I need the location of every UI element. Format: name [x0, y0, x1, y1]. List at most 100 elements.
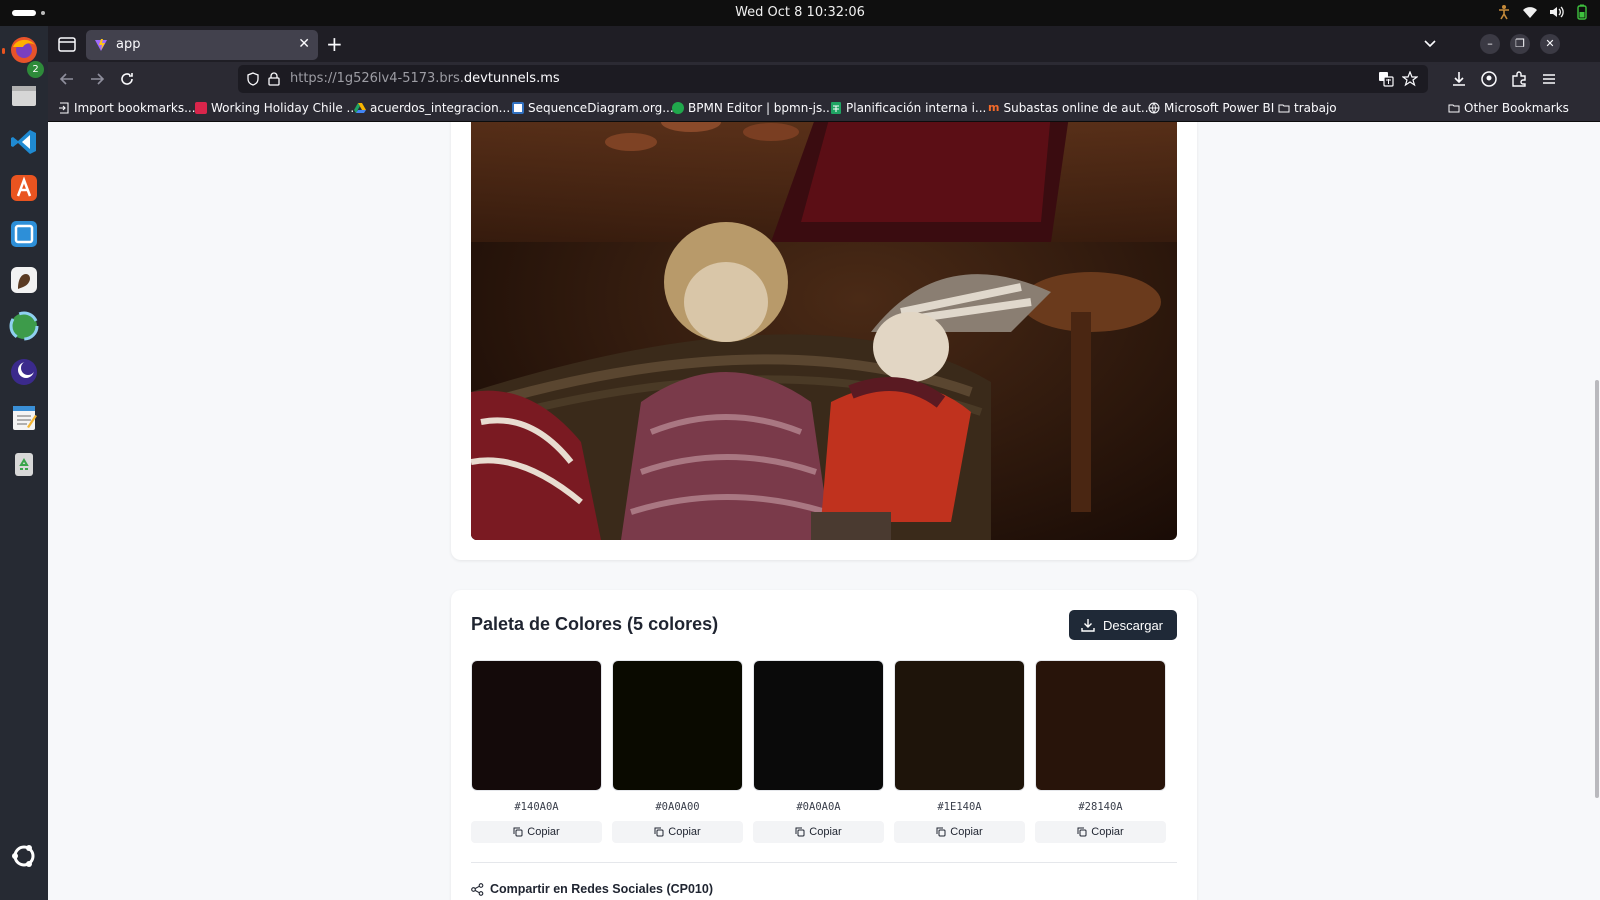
download-icon [1081, 619, 1095, 632]
share-section-heading[interactable]: Compartir en Redes Sociales (CP010) [471, 882, 713, 896]
google-drive-icon [354, 103, 366, 113]
google-sheets-icon [831, 102, 841, 114]
trash-launcher[interactable] [6, 446, 42, 482]
color-item: #0A0A00 Copiar [612, 660, 743, 843]
other-bookmarks[interactable]: Other Bookmarks [1448, 101, 1569, 115]
color-hex: #0A0A00 [655, 801, 700, 813]
vite-favicon-icon [95, 39, 107, 51]
color-item: #0A0A0A Copiar [753, 660, 884, 843]
show-apps-launcher[interactable] [6, 838, 42, 874]
network-app-launcher[interactable] [6, 308, 42, 344]
share-label: Compartir en Redes Sociales (CP010) [490, 882, 713, 896]
browser-tab-bar: app ✕ + – ❐ ✕ [48, 26, 1600, 62]
share-icon [471, 882, 484, 896]
folder-icon [1448, 104, 1460, 113]
bookmark-power-bi[interactable]: Microsoft Power BI [1148, 101, 1274, 115]
page-content: Paleta de Colores (5 colores) Descargar … [48, 122, 1600, 900]
volume-icon[interactable] [1548, 4, 1564, 20]
remote-desktop-icon [11, 221, 37, 247]
url-text[interactable]: https://1g526lv4-5173.brs.devtunnels.ms [290, 71, 560, 86]
application-dock: 2 [0, 26, 48, 900]
files-launcher[interactable] [6, 78, 42, 114]
tab-title: app [116, 37, 141, 52]
active-app-indicator [2, 48, 5, 54]
text-editor-launcher[interactable] [6, 400, 42, 436]
extensions-icon[interactable] [1510, 70, 1528, 88]
color-hex: #1E140A [937, 801, 982, 813]
firefox-view-icon[interactable] [56, 34, 78, 54]
red-favicon-icon [195, 102, 207, 114]
vscode-launcher[interactable] [6, 124, 42, 160]
palette-title: Paleta de Colores (5 colores) [471, 614, 719, 634]
bookmarks-toolbar: Import bookmarks... Working Holiday Chil… [48, 96, 1600, 122]
ubuntu-logo-icon [12, 845, 35, 867]
tab-app[interactable]: app ✕ [86, 30, 318, 60]
close-tab-icon[interactable]: ✕ [298, 36, 310, 52]
translate-icon[interactable] [1378, 71, 1394, 87]
import-icon [59, 102, 69, 114]
system-clock[interactable]: Wed Oct 8 10:32:06 [0, 5, 1600, 20]
copy-button[interactable]: Copiar [894, 821, 1025, 843]
bookmark-sequencediagram[interactable]: SequenceDiagram.org... [512, 101, 674, 115]
restore-window-button[interactable]: ❐ [1510, 34, 1530, 54]
eclipse-launcher[interactable] [6, 354, 42, 390]
bookmark-star-icon[interactable] [1402, 71, 1418, 87]
app-center-launcher[interactable] [6, 170, 42, 206]
dbeaver-launcher[interactable] [6, 262, 42, 298]
bpmn-icon [672, 102, 684, 114]
menu-hamburger-icon[interactable] [1540, 70, 1558, 88]
files-icon [12, 86, 36, 106]
copy-icon [795, 827, 805, 837]
color-swatch[interactable] [471, 660, 602, 791]
reload-icon[interactable] [118, 70, 136, 88]
color-swatch[interactable] [1035, 660, 1166, 791]
bookmark-planificacion[interactable]: Planificación interna i... [830, 101, 986, 115]
eclipse-icon [11, 359, 37, 385]
bookmark-folder-trabajo[interactable]: trabajo [1278, 101, 1337, 115]
color-item: #140A0A Copiar [471, 660, 602, 843]
copy-button[interactable]: Copiar [753, 821, 884, 843]
bookmark-import[interactable]: Import bookmarks... [58, 101, 196, 115]
vscode-icon [11, 130, 36, 154]
close-window-button[interactable]: ✕ [1540, 34, 1560, 54]
new-tab-button[interactable]: + [326, 32, 343, 56]
color-swatch[interactable] [612, 660, 743, 791]
page-scrollbar[interactable] [1595, 380, 1599, 798]
color-palette-card: Paleta de Colores (5 colores) Descargar … [451, 590, 1197, 900]
copy-button[interactable]: Copiar [1035, 821, 1166, 843]
remote-desktop-launcher[interactable] [6, 216, 42, 252]
copy-label: Copiar [950, 826, 983, 838]
color-swatch[interactable] [753, 660, 884, 791]
accessibility-icon[interactable] [1496, 4, 1512, 20]
downloads-icon[interactable] [1450, 70, 1468, 88]
section-divider [471, 862, 1177, 863]
app-center-icon [11, 175, 37, 201]
copy-label: Copiar [527, 826, 560, 838]
color-hex: #0A0A0A [796, 801, 841, 813]
copy-icon [936, 827, 946, 837]
copy-button[interactable]: Copiar [612, 821, 743, 843]
bookmark-subastas[interactable]: m Subastas online de aut... [988, 101, 1152, 115]
account-icon[interactable] [1480, 70, 1498, 88]
battery-icon[interactable] [1574, 4, 1590, 20]
list-all-tabs-chevron-icon[interactable] [1423, 36, 1437, 50]
lock-icon[interactable] [268, 72, 280, 86]
bookmark-acuerdos[interactable]: acuerdos_integracion... [354, 101, 510, 115]
wifi-icon[interactable] [1522, 4, 1538, 20]
copy-label: Copiar [668, 826, 701, 838]
back-arrow-icon[interactable] [58, 70, 76, 88]
forward-arrow-icon[interactable] [88, 70, 106, 88]
color-hex: #28140A [1078, 801, 1123, 813]
bookmark-bpmn-editor[interactable]: BPMN Editor | bpmn-js... [672, 101, 834, 115]
bookmark-working-holiday[interactable]: Working Holiday Chile ... [195, 101, 358, 115]
system-tray[interactable] [1496, 4, 1590, 20]
url-bar[interactable]: https://1g526lv4-5173.brs.devtunnels.ms [238, 65, 1428, 93]
copy-icon [654, 827, 664, 837]
copy-icon [513, 827, 523, 837]
copy-button[interactable]: Copiar [471, 821, 602, 843]
color-hex: #140A0A [514, 801, 559, 813]
download-button[interactable]: Descargar [1069, 610, 1177, 640]
tracking-protection-shield-icon[interactable] [246, 72, 260, 86]
color-swatch[interactable] [894, 660, 1025, 791]
minimize-window-button[interactable]: – [1480, 34, 1500, 54]
